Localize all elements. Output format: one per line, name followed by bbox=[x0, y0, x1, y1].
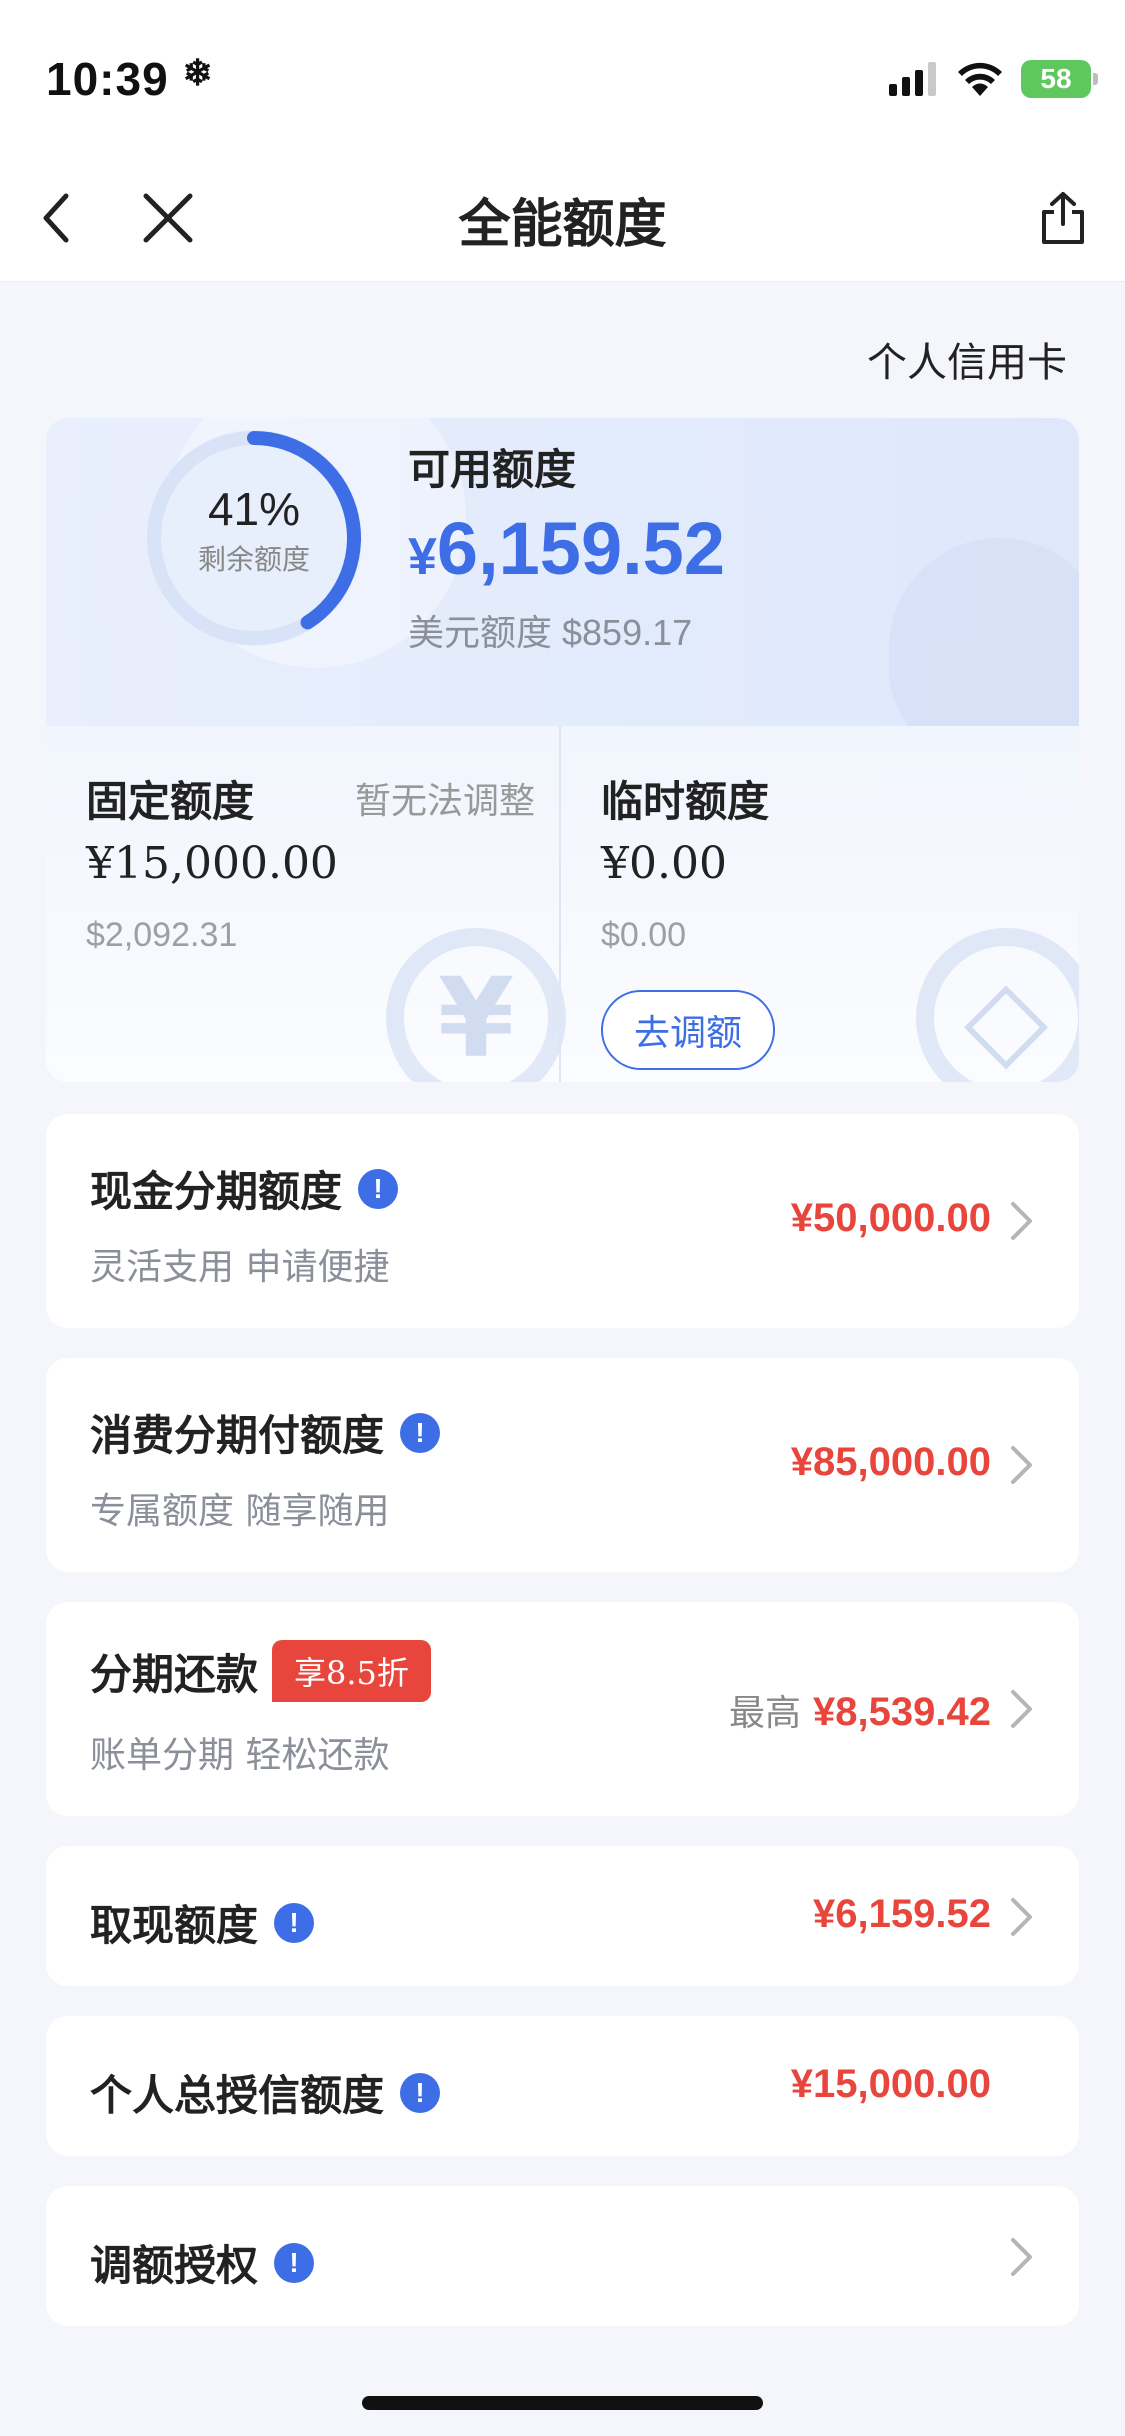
fixed-credit-note: 暂无法调整 bbox=[354, 781, 535, 822]
remaining-label: 剩余额度 bbox=[197, 543, 310, 576]
battery-level: 58 bbox=[1040, 63, 1072, 94]
share-button[interactable] bbox=[1031, 186, 1095, 250]
row-title-text: 个人总授信额度 bbox=[90, 2071, 385, 2120]
usd-credit-amount: $859.17 bbox=[562, 612, 693, 653]
usd-credit: 美元额度 $859.17 bbox=[408, 604, 692, 656]
chevron-right-icon bbox=[1011, 1446, 1032, 1484]
temporary-credit-usd: $0.00 bbox=[601, 916, 687, 954]
chevron-right-icon bbox=[1011, 1898, 1032, 1936]
wifi-icon bbox=[958, 62, 1002, 96]
row-title-text: 消费分期付额度 bbox=[90, 1411, 385, 1460]
total-credit-value: ¥15,000.00 bbox=[790, 2062, 991, 2106]
total-credit-row: 个人总授信额度 ! ¥15,000.00 bbox=[46, 2016, 1079, 2156]
installment-repayment-amount: ¥8,539.42 bbox=[813, 1690, 991, 1734]
row-title-text: 取现额度 bbox=[90, 1901, 259, 1950]
installment-repayment-row[interactable]: 分期还款 享8.5折 账单分期 轻松还款 最高 ¥8,539.42 bbox=[46, 1602, 1079, 1816]
cellular-signal-icon bbox=[889, 62, 936, 96]
adjust-authorization-title: 调额授权 ! bbox=[90, 2232, 315, 2293]
status-icons: 58 bbox=[889, 60, 1098, 98]
available-amount-value: 6,159.52 bbox=[436, 507, 725, 590]
temporary-credit-amount: ¥0.00 bbox=[601, 838, 727, 889]
fixed-credit-section: 固定额度 暂无法调整 ¥15,000.00 $2,092.31 bbox=[46, 726, 559, 1082]
temporary-credit-section: 临时额度 ¥0.00 $0.00 去调额 bbox=[561, 726, 1079, 1082]
cash-withdrawal-title: 取现额度 ! bbox=[90, 1892, 315, 1953]
adjust-credit-button[interactable]: 去调额 bbox=[601, 990, 775, 1070]
cash-installment-title: 现金分期额度 ! bbox=[90, 1158, 399, 1219]
consumer-installment-row[interactable]: 消费分期付额度 ! 专属额度 随享随用 ¥85,000.00 bbox=[46, 1358, 1079, 1572]
installment-repayment-subtitle: 账单分期 轻松还款 bbox=[90, 1735, 390, 1776]
consumer-installment-value: ¥85,000.00 bbox=[790, 1440, 991, 1484]
info-icon[interactable]: ! bbox=[400, 2072, 441, 2113]
money-bag-decoration bbox=[889, 538, 1079, 758]
page-title: 全能额度 bbox=[458, 195, 667, 255]
card-type-label: 个人信用卡 bbox=[867, 340, 1067, 386]
battery-icon: 58 bbox=[1021, 60, 1098, 98]
status-time: 10:39 ❄ bbox=[46, 52, 214, 106]
fixed-credit-usd: $2,092.31 bbox=[86, 916, 238, 954]
max-prefix: 最高 bbox=[729, 1693, 802, 1734]
fixed-credit-title: 固定额度 bbox=[86, 777, 255, 826]
info-icon[interactable]: ! bbox=[358, 1168, 399, 1209]
row-title-text: 调额授权 bbox=[90, 2241, 259, 2290]
fixed-credit-amount: ¥15,000.00 bbox=[86, 838, 338, 889]
consumer-installment-title: 消费分期付额度 ! bbox=[90, 1402, 441, 1463]
time-text: 10:39 bbox=[46, 53, 169, 105]
remaining-percent: 41% bbox=[207, 483, 301, 535]
status-bar: 10:39 ❄ 58 bbox=[0, 0, 1125, 150]
row-title-text: 分期还款 bbox=[90, 1649, 259, 1699]
available-credit-panel: 41% 剩余额度 可用额度 ¥6,159.52 美元额度 $859.17 bbox=[46, 418, 1079, 758]
home-indicator bbox=[362, 2396, 763, 2410]
discount-badge: 享8.5折 bbox=[272, 1640, 431, 1702]
info-icon[interactable]: ! bbox=[274, 2242, 315, 2283]
cash-withdrawal-value: ¥6,159.52 bbox=[813, 1892, 991, 1936]
cash-installment-row[interactable]: 现金分期额度 ! 灵活支用 申请便捷 ¥50,000.00 bbox=[46, 1114, 1079, 1328]
chevron-right-icon bbox=[1011, 1690, 1032, 1728]
nav-bar: 全能额度 bbox=[0, 150, 1125, 282]
chevron-right-icon bbox=[1011, 2238, 1032, 2276]
temporary-credit-title: 临时额度 bbox=[601, 777, 770, 826]
installment-repayment-value: 最高 ¥8,539.42 bbox=[729, 1684, 991, 1736]
ring-center-text: 41% 剩余额度 bbox=[134, 482, 374, 578]
info-icon[interactable]: ! bbox=[274, 1902, 315, 1943]
currency-symbol: ¥ bbox=[408, 528, 437, 586]
share-icon bbox=[1042, 192, 1084, 244]
usd-credit-label: 美元额度 bbox=[408, 613, 553, 654]
cash-installment-subtitle: 灵活支用 申请便捷 bbox=[90, 1247, 390, 1288]
cash-withdrawal-row[interactable]: 取现额度 ! ¥6,159.52 bbox=[46, 1846, 1079, 1986]
chevron-right-icon bbox=[1011, 1202, 1032, 1240]
cash-installment-value: ¥50,000.00 bbox=[790, 1196, 991, 1240]
available-credit-amount: ¥6,159.52 bbox=[408, 506, 725, 591]
total-credit-title: 个人总授信额度 ! bbox=[90, 2062, 441, 2123]
installment-repayment-title: 分期还款 享8.5折 bbox=[90, 1640, 431, 1702]
snowflake-icon: ❄ bbox=[182, 52, 214, 93]
adjust-authorization-row[interactable]: 调额授权 ! bbox=[46, 2186, 1079, 2326]
row-title-text: 现金分期额度 bbox=[90, 1167, 343, 1216]
credit-summary-card: 41% 剩余额度 可用额度 ¥6,159.52 美元额度 $859.17 ¥ ◇ … bbox=[46, 418, 1079, 1082]
available-credit-label: 可用额度 bbox=[408, 445, 577, 494]
info-icon[interactable]: ! bbox=[400, 1412, 441, 1453]
consumer-installment-subtitle: 专属额度 随享随用 bbox=[90, 1491, 390, 1532]
